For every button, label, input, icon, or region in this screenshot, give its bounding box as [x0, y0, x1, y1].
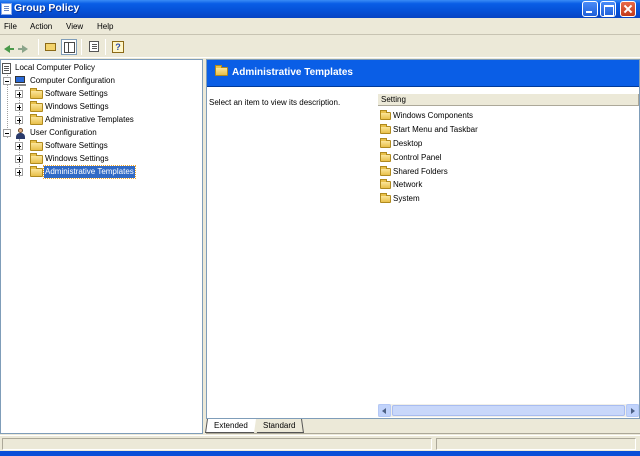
tab-label: Standard	[263, 421, 296, 430]
minimize-button[interactable]	[582, 1, 598, 17]
tree-item-label: Windows Settings	[45, 102, 109, 111]
tree-item-label: Windows Settings	[45, 154, 109, 163]
details-pane: Administrative Templates Select an item …	[206, 59, 640, 419]
user-icon	[14, 128, 26, 139]
status-pane	[436, 438, 636, 450]
menu-bar: File Action View Help	[0, 18, 640, 35]
group-policy-icon	[1, 3, 12, 15]
toolbar: ?	[0, 36, 640, 58]
expand-toggle[interactable]	[15, 142, 23, 150]
export-list-icon	[89, 41, 99, 52]
back-button[interactable]	[2, 39, 18, 55]
show-hide-tree-button[interactable]	[61, 39, 77, 55]
menu-help[interactable]: Help	[97, 22, 113, 31]
help-icon: ?	[112, 41, 124, 53]
menu-action[interactable]: Action	[30, 22, 52, 31]
expand-toggle[interactable]	[15, 168, 23, 176]
folder-icon	[30, 88, 43, 99]
tree-item-label: Local Computer Policy	[15, 63, 96, 72]
list-item-label: Start Menu and Taskbar	[393, 125, 478, 134]
export-list-button[interactable]	[86, 39, 102, 55]
show-hide-tree-icon	[64, 42, 75, 53]
list-item-label: System	[393, 194, 420, 203]
list-item-label: Desktop	[393, 139, 423, 148]
open-folder-icon	[30, 166, 43, 177]
folder-icon	[380, 152, 391, 162]
expand-toggle[interactable]	[15, 90, 23, 98]
menu-file[interactable]: File	[4, 22, 17, 31]
folder-icon	[30, 101, 43, 112]
tree-item-label: Administrative Templates	[45, 115, 134, 124]
menu-view[interactable]: View	[66, 22, 83, 31]
folder-icon	[380, 110, 391, 120]
folder-icon	[215, 65, 228, 76]
up-folder-icon	[45, 43, 56, 51]
list-item-label: Windows Components	[393, 111, 474, 120]
tree-item-label: Software Settings	[45, 89, 108, 98]
toolbar-separator	[81, 39, 82, 55]
forward-button[interactable]	[18, 39, 34, 55]
folder-icon	[380, 124, 391, 134]
details-title: Administrative Templates	[232, 67, 353, 78]
toolbar-separator	[38, 39, 39, 55]
list-item-label: Shared Folders	[393, 167, 448, 176]
status-pane	[2, 438, 432, 450]
scrollbar-thumb[interactable]	[392, 405, 625, 416]
title-bar: Group Policy	[0, 0, 640, 18]
details-header: Administrative Templates	[207, 60, 639, 87]
window-frame-bottom	[0, 451, 640, 456]
scroll-left-button[interactable]	[378, 404, 391, 417]
folder-icon	[30, 114, 43, 125]
folder-icon	[30, 140, 43, 151]
column-header-label: Setting	[381, 95, 406, 104]
list-item-label: Network	[393, 180, 423, 189]
folder-icon	[380, 166, 391, 176]
list-item-label: Control Panel	[393, 153, 442, 162]
collapse-toggle[interactable]	[3, 77, 11, 85]
forward-icon	[18, 45, 28, 53]
close-button[interactable]	[620, 1, 636, 17]
tree-item-label: Software Settings	[45, 141, 108, 150]
up-one-level-button[interactable]	[43, 39, 59, 55]
tab-label: Extended	[214, 421, 248, 430]
toolbar-separator	[105, 39, 106, 55]
folder-icon	[380, 138, 391, 148]
folder-icon	[30, 153, 43, 164]
back-icon	[4, 45, 14, 53]
expand-toggle[interactable]	[15, 155, 23, 163]
help-button[interactable]: ?	[110, 39, 126, 55]
folder-icon	[380, 193, 391, 203]
horizontal-scrollbar[interactable]	[378, 404, 639, 417]
tab-standard[interactable]: Standard	[255, 419, 305, 433]
expand-toggle[interactable]	[15, 103, 23, 111]
scroll-right-button[interactable]	[626, 404, 639, 417]
tree-pane[interactable]: Local Computer Policy Computer Configura…	[0, 59, 203, 434]
maximize-button[interactable]	[600, 1, 616, 17]
tree-item-label: Administrative Templates	[43, 165, 136, 179]
tab-extended[interactable]: Extended	[205, 419, 256, 433]
computer-icon	[14, 76, 26, 86]
collapse-toggle[interactable]	[3, 129, 11, 137]
tree-item-label: Computer Configuration	[30, 76, 115, 85]
status-bar	[0, 435, 640, 451]
expand-toggle[interactable]	[15, 116, 23, 124]
tree-item-label: User Configuration	[30, 128, 97, 137]
column-header-setting[interactable]: Setting	[378, 94, 639, 106]
window-title: Group Policy	[14, 2, 80, 14]
policy-icon	[2, 63, 11, 74]
view-tabs: Extended Standard	[205, 419, 640, 434]
description-text: Select an item to view its description.	[209, 98, 341, 107]
folder-icon	[380, 179, 391, 189]
